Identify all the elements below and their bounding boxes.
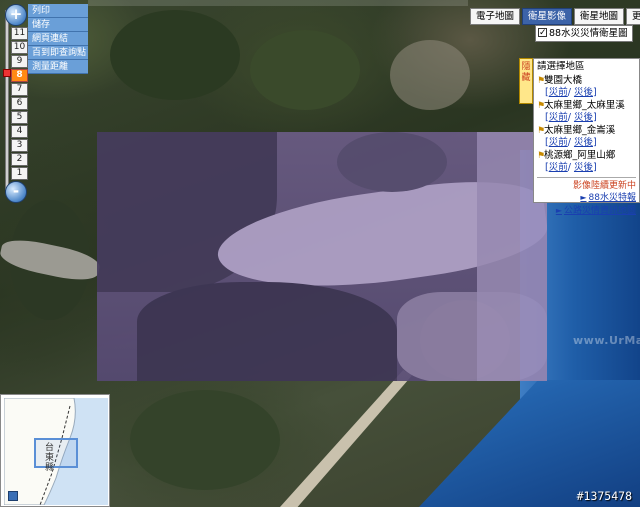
zoom-level-2[interactable]: 2 bbox=[11, 153, 28, 166]
zoom-level-9[interactable]: 9 bbox=[11, 55, 28, 68]
post-id-watermark: #1375478 bbox=[576, 489, 632, 503]
location-pin-icon: ⚑ bbox=[537, 100, 546, 111]
location-item: ⚑太麻里鄉_金崙溪 bbox=[537, 125, 636, 138]
save-tool[interactable]: 儲存 bbox=[28, 18, 88, 32]
zoom-level-6[interactable]: 6 bbox=[11, 97, 28, 110]
zoom-track[interactable] bbox=[5, 10, 9, 190]
flood-report-link[interactable]: ► 88水災特報 bbox=[537, 192, 636, 205]
location-item: ⚑太麻里鄉_太麻里溪 bbox=[537, 100, 636, 113]
location-item: ⚑桃源鄉_阿里山鄉 bbox=[537, 150, 636, 163]
divider bbox=[537, 176, 636, 178]
satellite-image-button[interactable]: 衛星影像 bbox=[522, 8, 573, 25]
site-watermark: www.UrMap.com bbox=[573, 334, 640, 347]
after-link[interactable]: 災後 bbox=[574, 162, 593, 173]
print-tool[interactable]: 列印 bbox=[28, 4, 88, 18]
zoom-in-button[interactable]: + bbox=[5, 4, 27, 26]
location-pin-icon: ⚑ bbox=[537, 125, 546, 136]
location-pin-icon: ⚑ bbox=[537, 75, 546, 86]
zoom-level-1[interactable]: 1 bbox=[11, 167, 28, 180]
forest-patch bbox=[130, 390, 280, 490]
town-area bbox=[390, 40, 470, 110]
location-links: [災前/ 災後] bbox=[545, 112, 597, 123]
after-link[interactable]: 災後 bbox=[574, 112, 593, 123]
update-status: 影像陸續更新中 bbox=[572, 180, 636, 191]
measure-distance-tool[interactable]: 測量距離 bbox=[28, 60, 88, 74]
zoom-level-11[interactable]: 11 bbox=[11, 27, 28, 40]
zoom-marker-icon[interactable] bbox=[3, 69, 11, 77]
before-link[interactable]: 災前 bbox=[549, 112, 568, 123]
zoom-level-8[interactable]: 8 bbox=[11, 69, 28, 82]
overview-map-canvas[interactable]: 台東縣 bbox=[4, 398, 108, 505]
overview-map[interactable]: 台東縣 bbox=[0, 394, 110, 507]
satellite-map-button[interactable]: 衛星地圖 bbox=[574, 8, 625, 25]
after-link[interactable]: 災後 bbox=[574, 87, 593, 98]
layer-checkbox[interactable] bbox=[538, 26, 547, 41]
location-name[interactable]: 太麻里鄉_太麻里溪 bbox=[544, 100, 625, 111]
location-name[interactable]: 太麻里鄉_金崙溪 bbox=[544, 125, 615, 136]
location-name[interactable]: 桃源鄉_阿里山鄉 bbox=[544, 150, 615, 161]
location-name[interactable]: 雙園大橋 bbox=[544, 75, 582, 86]
top-toolbar-remnant bbox=[88, 0, 468, 6]
location-item: ⚑雙園大橋 bbox=[537, 75, 636, 88]
forest-patch bbox=[110, 10, 240, 100]
panel-hide-tab[interactable]: 隱藏 bbox=[519, 58, 533, 104]
electronic-map-button[interactable]: 電子地圖 bbox=[470, 8, 521, 25]
village-overlay bbox=[337, 132, 447, 192]
map-type-switcher: 電子地圖 衛星影像 衛星地圖 更多 bbox=[470, 8, 640, 25]
zoom-level-4[interactable]: 4 bbox=[11, 125, 28, 138]
road-damage-label: 公路災情資訊地圖 bbox=[563, 205, 636, 216]
road-damage-map-link[interactable]: ► 公路災情資訊地圖 bbox=[537, 205, 636, 218]
layer-toggle[interactable]: 88水災災情衛星圖 bbox=[535, 25, 633, 42]
forest-patch bbox=[250, 30, 360, 110]
panel-title: 請選擇地區 bbox=[537, 61, 585, 72]
more-button[interactable]: 更多 bbox=[626, 8, 640, 25]
flood-report-label: 88水災特報 bbox=[588, 193, 636, 203]
before-link[interactable]: 災前 bbox=[549, 87, 568, 98]
arrow-icon: ► bbox=[580, 193, 587, 202]
flood-imagery-overlay bbox=[97, 132, 547, 381]
area-selection-panel: 請選擇地區 ⚑雙園大橋 [災前/ 災後] ⚑太麻里鄉_太麻里溪 [災前/ 災後]… bbox=[533, 58, 640, 216]
overview-label: 台東縣 bbox=[45, 443, 55, 473]
location-links: [災前/ 災後] bbox=[545, 87, 597, 98]
zoom-level-5[interactable]: 5 bbox=[11, 111, 28, 124]
before-link[interactable]: 災前 bbox=[549, 137, 568, 148]
web-link-tool[interactable]: 網頁連結 bbox=[28, 32, 88, 46]
zoom-out-button[interactable]: - bbox=[5, 181, 27, 203]
arrow-icon: ► bbox=[555, 205, 562, 215]
zoom-level-7[interactable]: 7 bbox=[11, 83, 28, 96]
query-point-tool[interactable]: 百到即查詢點 bbox=[28, 46, 88, 60]
after-link[interactable]: 災後 bbox=[574, 137, 593, 148]
location-pin-icon: ⚑ bbox=[537, 150, 546, 161]
before-link[interactable]: 災前 bbox=[549, 162, 568, 173]
layer-label: 88水災災情衛星圖 bbox=[549, 28, 628, 39]
location-links: [災前/ 災後] bbox=[545, 162, 597, 173]
tool-menu: 列印 儲存 網頁連結 百到即查詢點 測量距離 bbox=[28, 4, 88, 74]
zoom-level-10[interactable]: 10 bbox=[11, 41, 28, 54]
zoom-level-3[interactable]: 3 bbox=[11, 139, 28, 152]
mountain-shadow bbox=[137, 282, 397, 381]
location-links: [災前/ 災後] bbox=[545, 137, 597, 148]
overview-resize-icon[interactable] bbox=[8, 491, 18, 501]
